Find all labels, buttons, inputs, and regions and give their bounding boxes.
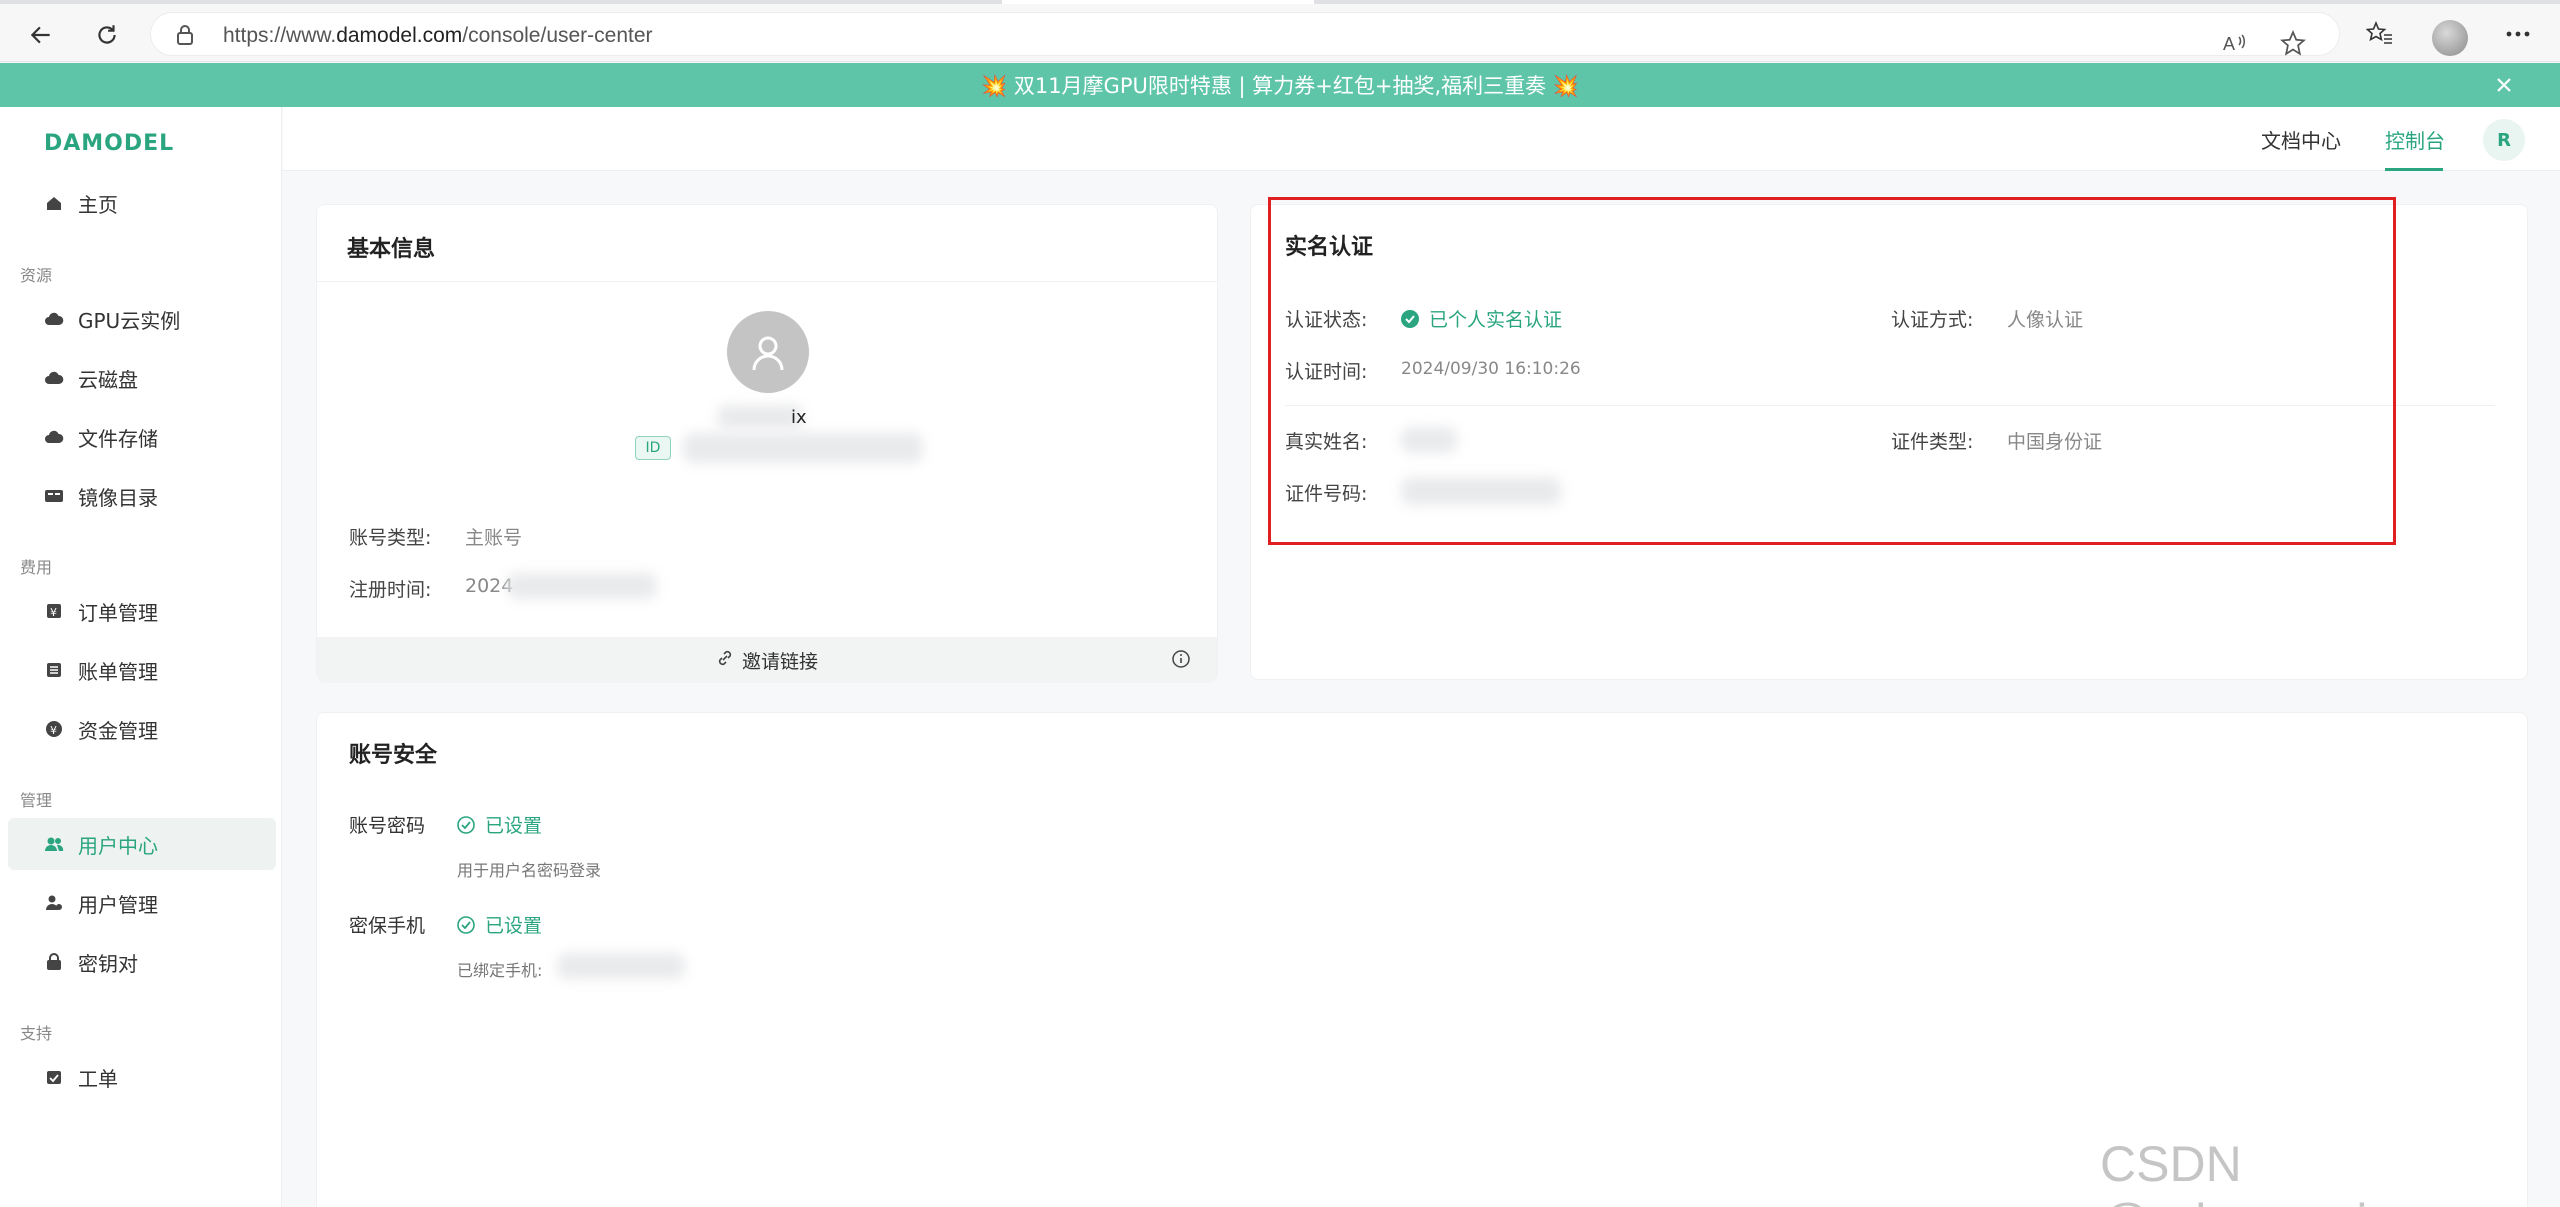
check-circle-outline-icon <box>457 915 475 934</box>
refresh-button[interactable] <box>90 18 124 52</box>
sidebar-item-label: 镜像目录 <box>78 485 158 510</box>
register-time-redacted <box>507 573 657 599</box>
sidebar-item-storage[interactable]: 文件存储 <box>8 411 276 463</box>
phone-status: 已设置 <box>457 911 542 938</box>
password-hint: 用于用户名密码登录 <box>457 861 602 880</box>
sidebar-item-label: 用户中心 <box>78 833 158 858</box>
sidebar-item-label: 账单管理 <box>78 659 158 684</box>
back-button[interactable] <box>24 18 58 52</box>
refresh-icon <box>98 25 116 44</box>
password-label: 账号密码 <box>349 815 426 837</box>
username-suffix: ix <box>791 407 807 428</box>
sidebar-item-funds[interactable]: ¥ 资金管理 <box>8 703 276 755</box>
register-time-label: 注册时间: <box>349 579 432 601</box>
highlight-box <box>1268 197 2396 545</box>
sidebar-item-orders[interactable]: ¥ 订单管理 <box>8 585 276 637</box>
sidebar: DAMODEL 主页 资源 GPU云实例 云磁盘 文件存储 镜像目录 费用 ¥ … <box>0 107 282 1207</box>
promo-banner-text[interactable]: 💥 双11月摩GPU限时特惠 | 算力券+红包+抽奖,福利三重奏 💥 <box>981 70 1579 100</box>
sidebar-item-label: 云磁盘 <box>78 367 138 392</box>
password-status: 已设置 <box>457 811 542 838</box>
sidebar-section-support: 支持 <box>20 1024 53 1043</box>
yen-coin-icon: ¥ <box>44 719 64 739</box>
sidebar-item-label: GPU云实例 <box>78 308 181 333</box>
close-icon[interactable] <box>2490 71 2518 99</box>
lock-icon <box>175 24 195 50</box>
top-nav: 文档中心 控制台 R <box>283 107 2560 171</box>
watermark: CSDN @relax_spring <box>2100 1136 2423 1207</box>
phone-number-redacted <box>557 953 685 979</box>
cloud-upload-icon <box>44 427 64 447</box>
sidebar-section-fees: 费用 <box>20 558 53 577</box>
browser-profile-avatar[interactable] <box>2432 20 2468 56</box>
invite-link-button[interactable]: 邀请链接 <box>317 637 1217 683</box>
sidebar-item-label: 资金管理 <box>78 718 158 743</box>
security-title: 账号安全 <box>349 743 438 768</box>
home-icon <box>44 193 64 213</box>
svg-text:¥: ¥ <box>50 724 57 737</box>
svg-text:¥: ¥ <box>50 606 57 619</box>
browser-toolbar: https://www.damodel.com/console/user-cen… <box>0 4 2560 62</box>
info-icon[interactable] <box>1171 649 1191 673</box>
users-icon <box>44 834 64 854</box>
sidebar-item-disk[interactable]: 云磁盘 <box>8 352 276 404</box>
bill-icon <box>44 660 64 680</box>
nav-console-link[interactable]: 控制台 <box>2385 125 2445 154</box>
svg-text:A: A <box>2223 34 2235 54</box>
sidebar-item-home[interactable]: 主页 <box>8 177 276 229</box>
account-type-label: 账号类型: <box>349 527 432 549</box>
security-card: 账号安全 账号密码 已设置 用于用户名密码登录 密保手机 已设置 已绑定手机: <box>316 712 2528 1207</box>
sidebar-item-label: 工单 <box>78 1066 118 1091</box>
sidebar-section-manage: 管理 <box>20 791 53 810</box>
id-badge: ID <box>635 436 671 460</box>
cloud-disk-icon <box>44 368 64 388</box>
sidebar-item-gpu[interactable]: GPU云实例 <box>8 293 276 345</box>
read-aloud-icon[interactable]: A <box>2219 27 2251 59</box>
sidebar-item-ticket[interactable]: 工单 <box>8 1051 276 1103</box>
nav-active-indicator <box>2385 168 2443 171</box>
favorite-star-icon[interactable] <box>2277 27 2309 59</box>
sidebar-item-keypair[interactable]: 密钥对 <box>8 936 276 988</box>
basic-info-card: 基本信息 ix ID 账号类型: 主账号 注册时间: 2024 邀请链接 <box>316 204 1218 683</box>
promo-banner[interactable]: 💥 双11月摩GPU限时特惠 | 算力券+红包+抽奖,福利三重奏 💥 <box>0 63 2560 107</box>
sidebar-item-bills[interactable]: 账单管理 <box>8 644 276 696</box>
sidebar-item-label: 文件存储 <box>78 426 158 451</box>
phone-label: 密保手机 <box>349 915 426 937</box>
nav-docs-link[interactable]: 文档中心 <box>2261 125 2341 154</box>
address-bar[interactable]: https://www.damodel.com/console/user-cen… <box>150 12 2340 56</box>
logo[interactable]: DAMODEL <box>44 131 174 156</box>
sidebar-item-user-center[interactable]: 用户中心 <box>8 818 276 870</box>
check-circle-outline-icon <box>457 815 475 834</box>
page: https://www.damodel.com/console/user-cen… <box>0 0 2560 1207</box>
user-id-redacted <box>683 433 923 463</box>
url-text: https://www.damodel.com/console/user-cen… <box>223 24 653 47</box>
account-type-value: 主账号 <box>465 527 523 549</box>
sidebar-item-label: 密钥对 <box>78 951 138 976</box>
ticket-check-icon <box>44 1067 64 1087</box>
arrow-left-icon <box>30 26 50 44</box>
sidebar-section-resources: 资源 <box>20 266 53 285</box>
link-icon <box>716 649 734 672</box>
sidebar-item-label: 用户管理 <box>78 892 158 917</box>
user-avatar-button[interactable]: R <box>2483 119 2525 161</box>
sidebar-item-label: 订单管理 <box>78 600 158 625</box>
sidebar-item-user-manage[interactable]: 用户管理 <box>8 877 276 929</box>
cloud-icon <box>44 309 64 329</box>
basic-info-title: 基本信息 <box>347 237 436 262</box>
user-settings-icon <box>44 893 64 913</box>
order-icon: ¥ <box>44 601 64 621</box>
phone-hint: 已绑定手机: <box>457 961 543 980</box>
sidebar-item-label: 主页 <box>78 192 118 217</box>
user-avatar-icon <box>727 311 809 393</box>
image-catalog-icon <box>44 486 64 506</box>
lock-icon <box>44 952 64 972</box>
favorites-list-icon[interactable] <box>2364 18 2396 50</box>
invite-link-label: 邀请链接 <box>741 650 818 673</box>
card-divider <box>317 281 1217 282</box>
sidebar-item-image[interactable]: 镜像目录 <box>8 470 276 522</box>
more-menu-icon[interactable] <box>2502 18 2534 50</box>
